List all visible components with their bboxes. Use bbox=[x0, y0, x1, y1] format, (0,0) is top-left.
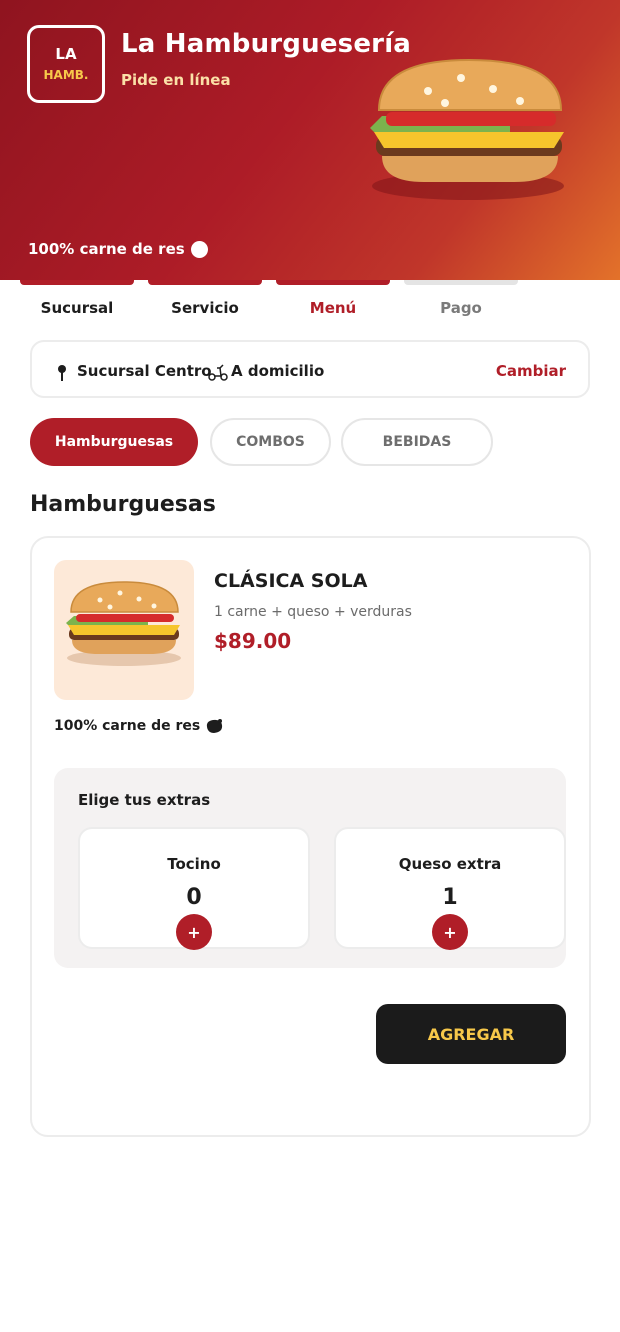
change-branch-link[interactable]: Cambiar bbox=[496, 362, 566, 380]
brand-logo: LA HAMB. bbox=[27, 25, 105, 103]
tab-combos[interactable]: COMBOS bbox=[210, 418, 331, 466]
extra-name: Tocino bbox=[167, 855, 221, 873]
increment-queso-extra-button[interactable]: + bbox=[432, 914, 468, 950]
hero-tagline-text: 100% carne de res bbox=[28, 240, 185, 258]
checkout-steps: Sucursal Servicio Menú Pago bbox=[20, 280, 520, 320]
step-indicator bbox=[20, 280, 134, 285]
extras-title: Elige tus extras bbox=[78, 791, 211, 809]
burger-illustration-icon bbox=[370, 58, 564, 200]
logo-line2: HAMB. bbox=[43, 68, 89, 82]
extra-option-queso-extra: Queso extra 1 + bbox=[334, 827, 566, 950]
hero-tagline: 100% carne de res bbox=[28, 240, 208, 258]
plus-icon: + bbox=[187, 922, 201, 942]
tab-bebidas[interactable]: BEBIDAS bbox=[341, 418, 493, 466]
tab-hamburguesas[interactable]: Hamburguesas bbox=[30, 418, 198, 466]
delivery-mode: A domicilio bbox=[231, 362, 325, 380]
step-label: Pago bbox=[440, 299, 482, 317]
plus-icon: + bbox=[443, 922, 457, 942]
round-icon bbox=[190, 240, 208, 258]
extra-option-tocino: Tocino 0 + bbox=[78, 827, 310, 950]
burger-illustration-icon bbox=[66, 581, 181, 666]
product-image bbox=[54, 560, 194, 700]
step-indicator bbox=[148, 280, 262, 285]
branch-name: Sucursal Centro bbox=[77, 362, 212, 380]
logo-line1: LA bbox=[55, 45, 77, 63]
product-description: 1 carne + queso + verduras bbox=[214, 604, 412, 620]
step-pago[interactable]: Pago bbox=[404, 280, 518, 320]
branch-selection-card: Sucursal Centro A domicilio Cambiar bbox=[30, 340, 590, 398]
step-label: Menú bbox=[309, 299, 357, 317]
hero-banner: LA HAMB. La Hamburguesería Pide en línea… bbox=[0, 0, 620, 280]
brand-subtitle: Pide en línea bbox=[121, 71, 231, 89]
scooter-icon bbox=[208, 364, 228, 381]
step-indicator bbox=[276, 280, 390, 285]
step-servicio[interactable]: Servicio bbox=[148, 280, 262, 320]
product-tag-text: 100% carne de res bbox=[54, 718, 201, 734]
extra-name: Queso extra bbox=[398, 855, 502, 873]
product-name: CLÁSICA SOLA bbox=[214, 570, 368, 592]
extra-count: 0 bbox=[186, 885, 202, 910]
product-price: $89.00 bbox=[214, 629, 292, 653]
step-indicator bbox=[404, 280, 518, 285]
section-title: Hamburguesas bbox=[30, 492, 216, 517]
add-to-cart-button[interactable]: AGREGAR bbox=[376, 1004, 566, 1064]
product-tag: 100% carne de res bbox=[54, 718, 224, 734]
step-sucursal[interactable]: Sucursal bbox=[20, 280, 134, 320]
step-label: Servicio bbox=[171, 299, 239, 317]
step-menu[interactable]: Menú bbox=[276, 280, 390, 320]
meat-icon bbox=[207, 719, 223, 733]
product-card: CLÁSICA SOLA 1 carne + queso + verduras … bbox=[30, 536, 591, 1137]
brand-title: La Hamburguesería bbox=[121, 29, 412, 59]
increment-tocino-button[interactable]: + bbox=[176, 914, 212, 950]
extra-count: 1 bbox=[442, 885, 458, 910]
step-label: Sucursal bbox=[40, 299, 114, 317]
extras-panel: Elige tus extras Tocino 0 + Queso extra … bbox=[54, 768, 566, 968]
location-pin-icon bbox=[58, 365, 66, 381]
